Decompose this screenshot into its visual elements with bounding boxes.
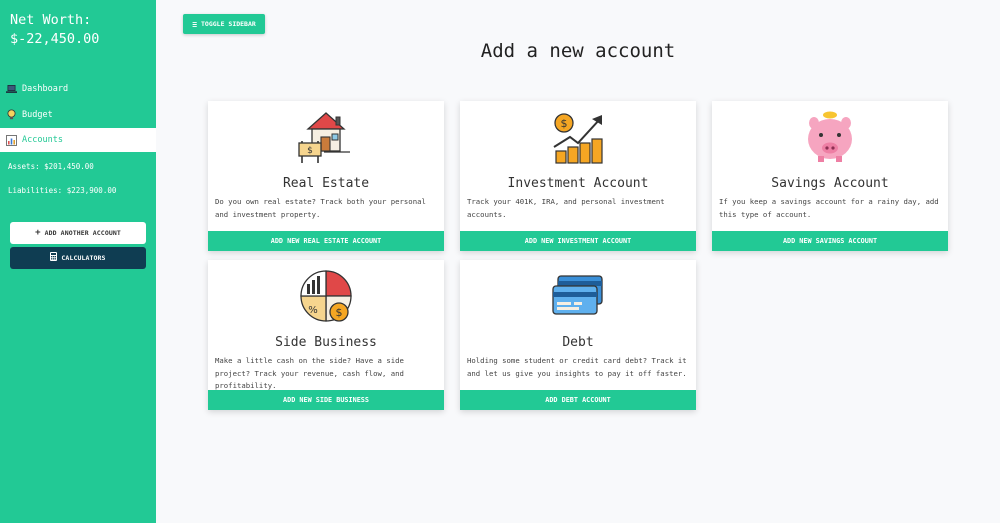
liabilities-total: Liabilities: $223,900.00 [8,186,117,195]
sidebar-item-label: Dashboard [22,84,69,94]
house-sale-icon: $ [296,107,356,167]
card-description: If you keep a savings account for a rain… [719,197,939,219]
sidebar-nav: Dashboard Budget Accounts [0,77,156,152]
account-card-real-estate: $ Real Estate Do you own real estate? Tr… [208,101,444,251]
account-card-side-business: % $ Side Business Make a little cash on … [208,260,444,410]
page-title: Add a new account [480,40,676,62]
add-side-business-button[interactable]: ADD NEW SIDE BUSINESS [208,390,444,410]
toggle-sidebar-button[interactable]: ≡ TOGGLE SIDEBAR [183,14,265,34]
sidebar-item-label: Accounts [22,135,63,145]
svg-text:$: $ [336,306,343,319]
chart-icon [6,134,17,146]
sidebar-item-accounts[interactable]: Accounts [0,128,156,152]
add-savings-account-button[interactable]: ADD NEW SAVINGS ACCOUNT [712,231,948,251]
net-worth: Net Worth: $-22,450.00 [0,0,156,49]
calculators-label: CALCULATORS [61,254,106,262]
svg-text:$: $ [561,117,568,130]
svg-text:$: $ [307,146,313,156]
sidebar-item-budget[interactable]: Budget [0,103,156,127]
laptop-icon [6,84,17,95]
card-title: Investment Account [507,176,649,191]
sidebar: Net Worth: $-22,450.00 Dashboard Budget … [0,0,156,523]
net-worth-label: Net Worth: [10,12,92,28]
add-real-estate-account-button[interactable]: ADD NEW REAL ESTATE ACCOUNT [208,231,444,251]
svg-text:%: % [308,305,318,316]
toggle-sidebar-label: TOGGLE SIDEBAR [201,20,256,28]
card-title: Real Estate [282,176,370,191]
sidebar-item-dashboard[interactable]: Dashboard [0,77,156,101]
investment-growth-icon: $ [548,107,608,167]
calculators-button[interactable]: CALCULATORS [10,247,146,269]
add-debt-account-button[interactable]: ADD DEBT ACCOUNT [460,390,696,410]
hamburger-icon: ≡ [192,19,198,29]
calculator-icon [50,252,58,264]
card-description: Make a little cash on the side? Have a s… [215,356,404,390]
add-another-account-label: ADD ANOTHER ACCOUNT [44,229,121,237]
card-title: Savings Account [771,176,889,191]
account-card-investment: $ Investment Account Track your 401K, IR… [460,101,696,251]
add-another-account-button[interactable]: + ADD ANOTHER ACCOUNT [10,222,146,244]
card-title: Side Business [275,335,377,350]
business-chart-icon: % $ [296,266,356,326]
lightbulb-icon [6,109,17,120]
card-title: Debt [562,335,594,350]
credit-card-icon [548,266,608,326]
add-investment-account-button[interactable]: ADD NEW INVESTMENT ACCOUNT [460,231,696,251]
card-description: Do you own real estate? Track both your … [215,197,426,219]
net-worth-value: $-22,450.00 [10,31,100,47]
card-description: Track your 401K, IRA, and personal inves… [467,197,665,219]
account-card-savings: Savings Account If you keep a savings ac… [712,101,948,251]
card-description: Holding some student or credit card debt… [467,356,687,378]
sidebar-item-label: Budget [22,109,53,120]
assets-total: Assets: $201,450.00 [8,162,94,171]
piggy-bank-icon [800,107,860,167]
account-card-debt: Debt Holding some student or credit card… [460,260,696,410]
plus-icon: + [35,228,41,238]
